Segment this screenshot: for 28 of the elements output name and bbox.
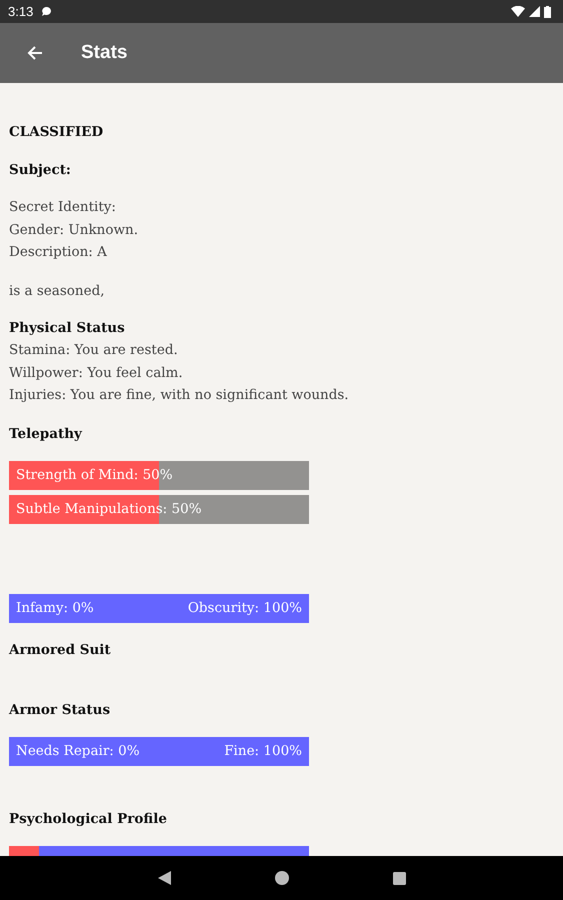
bar-label: Obscurity: 100%	[186, 598, 303, 618]
section-heading: Armored Suit	[9, 640, 112, 660]
section-heading: Subject:	[9, 161, 72, 180]
back-icon[interactable]	[158, 871, 170, 885]
section-heading: Physical Status	[9, 319, 126, 338]
stat-text: Gender: Unknown.	[9, 220, 140, 240]
recents-icon[interactable]	[392, 872, 406, 884]
battery-icon	[544, 6, 551, 18]
section-heading: Psychological Profile	[9, 810, 168, 828]
section-heading: Armor Status	[9, 700, 112, 720]
screen-title: Stats	[81, 40, 128, 65]
stat-text: Secret Identity:	[9, 198, 117, 217]
stat-text: is a seasoned,	[9, 282, 106, 300]
bar-label: Infamy: 0%	[15, 598, 95, 618]
bar-label: Fine: 100%	[223, 742, 303, 760]
stat-text: Willpower: You feel calm.	[9, 364, 184, 382]
wifi-icon	[511, 6, 525, 17]
stat-text: Stamina: You are rested.	[9, 341, 179, 360]
section-heading: CLASSIFIED	[9, 123, 104, 142]
signal-icon	[529, 6, 540, 17]
bar-label: Needs Repair: 0%	[15, 742, 141, 760]
message-icon	[41, 6, 52, 17]
section-heading: Telepathy	[9, 424, 84, 444]
status-time: 3:13	[8, 2, 34, 21]
stat-text: Description: A	[9, 243, 108, 262]
stat-text: Injuries: You are fine, with no significant wounds.	[9, 386, 350, 405]
back-arrow-icon[interactable]	[27, 45, 43, 61]
home-icon[interactable]	[274, 871, 288, 885]
